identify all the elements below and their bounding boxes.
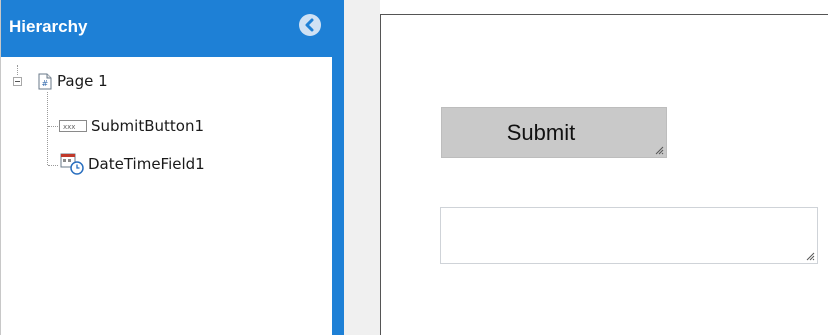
submit-button-label: Submit [506, 119, 576, 145]
page-icon: # [38, 73, 52, 89]
collapse-panel-button[interactable] [299, 14, 321, 36]
hierarchy-title: Hierarchy [9, 17, 88, 36]
chevron-left-icon [305, 18, 314, 32]
tree-connector [48, 165, 58, 166]
page-collapse-toggle[interactable] [13, 77, 22, 86]
tree-connector [47, 92, 48, 165]
tree-node-submitbutton1[interactable]: xxx SubmitButton1 [59, 115, 204, 137]
resize-grip-icon[interactable] [654, 145, 664, 155]
tree-node-label: SubmitButton1 [91, 117, 204, 135]
resize-grip-icon[interactable] [805, 251, 815, 261]
tree-node-label: Page 1 [57, 72, 108, 90]
datetime-field[interactable] [440, 207, 818, 264]
button-field-icon: xxx [59, 120, 87, 132]
svg-text:xxx: xxx [63, 123, 75, 131]
tree-node-datetimefield1[interactable]: DateTimeField1 [59, 153, 205, 175]
tree-connector [17, 65, 18, 75]
svg-text:#: # [42, 79, 49, 88]
hierarchy-tree: # Page 1 xxx SubmitButton1 DateTimeField… [1, 57, 332, 335]
hierarchy-panel: Hierarchy # Page 1 xxx SubmitButton1 Dat… [0, 0, 332, 335]
submit-button[interactable]: Submit [441, 107, 667, 158]
tree-node-page-1[interactable]: # Page 1 [38, 70, 108, 92]
tree-connector [48, 126, 58, 127]
panel-splitter[interactable] [332, 0, 344, 335]
canvas-gutter [344, 0, 380, 335]
tree-node-label: DateTimeField1 [88, 155, 205, 173]
hierarchy-header: Hierarchy [1, 0, 332, 57]
form-canvas[interactable] [380, 14, 828, 335]
datetime-field-icon [60, 153, 84, 175]
